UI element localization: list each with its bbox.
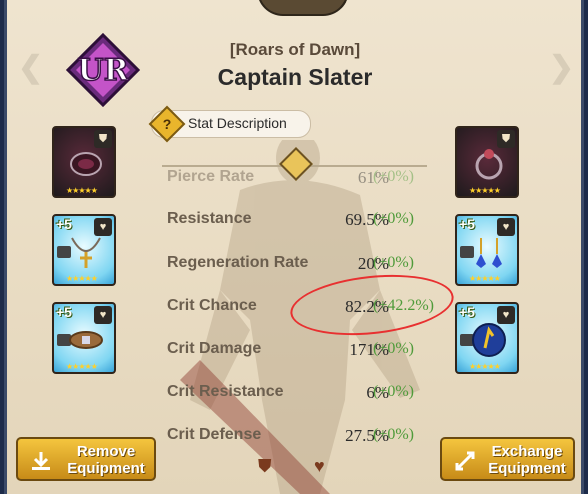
equipment-slot-belt[interactable]: +5 ♥ ★★★★★ xyxy=(52,302,116,374)
stat-name: Pierce Rate xyxy=(167,168,255,185)
item-subtitle: [Roars of Dawn] xyxy=(229,40,361,59)
enhance-level: +5 xyxy=(56,304,72,320)
stat-row: Crit Defense 27.5% (+0%) xyxy=(167,426,437,448)
item-title: Captain Slater xyxy=(217,64,373,90)
remove-equipment-label: Remove Equipment xyxy=(67,443,145,477)
stat-bonus: (+0%) xyxy=(373,383,415,400)
stat-row: Crit Resistance 6% (+0%) xyxy=(167,383,437,405)
exchange-equipment-button[interactable]: Exchange Equipment xyxy=(440,437,575,481)
item-stars: ★★★★★ xyxy=(469,186,501,195)
equipment-slot-ring[interactable]: ⛊ ★★★★★ xyxy=(455,126,519,198)
shield-filter-icon[interactable]: ⛊ xyxy=(258,456,272,477)
necklace-icon xyxy=(71,237,101,268)
enhance-level: +5 xyxy=(56,216,72,232)
rune-icon xyxy=(472,323,506,357)
equipment-slot-bracer[interactable]: ⛊ ★★★★★ xyxy=(52,126,116,198)
rarity-text: UR xyxy=(77,53,129,88)
stat-bonus: (+0%) xyxy=(373,254,415,271)
item-stars: ★★★★★ xyxy=(469,274,501,283)
bracer-icon xyxy=(70,152,102,176)
stat-bonus: (+0%) xyxy=(373,168,415,185)
stat-description-label: Stat Description xyxy=(188,115,287,131)
earrings-icon xyxy=(476,238,502,268)
stat-name: Crit Resistance xyxy=(167,383,284,400)
stat-name: Regeneration Rate xyxy=(167,254,309,271)
prev-arrow-icon[interactable]: ❮ xyxy=(18,50,43,85)
stat-bonus: (+0%) xyxy=(373,340,415,357)
remove-download-icon xyxy=(32,452,50,470)
exchange-equipment-label: Exchange Equipment xyxy=(488,443,566,477)
stat-row: Pierce Rate 61% (+0%) xyxy=(167,168,437,190)
heart-filter-icon[interactable]: ♥ xyxy=(314,456,325,477)
remove-equipment-button[interactable]: Remove Equipment xyxy=(16,437,156,481)
stat-bonus: (+0%) xyxy=(373,210,415,227)
belt-icon xyxy=(69,331,103,349)
exchange-arrows-icon xyxy=(455,451,475,471)
stat-name: Crit Defense xyxy=(167,426,262,443)
item-stars: ★★★★★ xyxy=(66,362,98,371)
item-stars: ★★★★★ xyxy=(469,362,501,371)
enhance-level: +5 xyxy=(459,304,475,320)
stat-bonus: (+0%) xyxy=(373,426,415,443)
item-stars: ★★★★★ xyxy=(66,186,98,195)
stat-name: Resistance xyxy=(167,210,252,227)
stat-name: Crit Damage xyxy=(167,340,262,357)
enhance-level: +5 xyxy=(459,216,475,232)
equipment-slot-earrings[interactable]: +5 ♥ ★★★★★ xyxy=(455,214,519,286)
top-ornament xyxy=(257,0,349,16)
stat-row: Resistance 69.5% (+0%) xyxy=(167,210,437,232)
stat-row: Regeneration Rate 20% (+0%) xyxy=(167,254,437,276)
ring-icon xyxy=(475,149,503,180)
equipment-slot-rune[interactable]: +5 ♥ ★★★★★ xyxy=(455,302,519,374)
stat-description-button[interactable]: ? Stat Description xyxy=(148,105,311,143)
ur-rarity-badge: UR xyxy=(66,33,140,107)
item-stars: ★★★★★ xyxy=(66,274,98,283)
stat-name: Crit Chance xyxy=(167,297,257,314)
next-arrow-icon[interactable]: ❯ xyxy=(549,50,574,85)
stat-row: Crit Damage 171% (+0%) xyxy=(167,340,437,362)
equipment-slot-necklace[interactable]: +5 ♥ ★★★★★ xyxy=(52,214,116,286)
